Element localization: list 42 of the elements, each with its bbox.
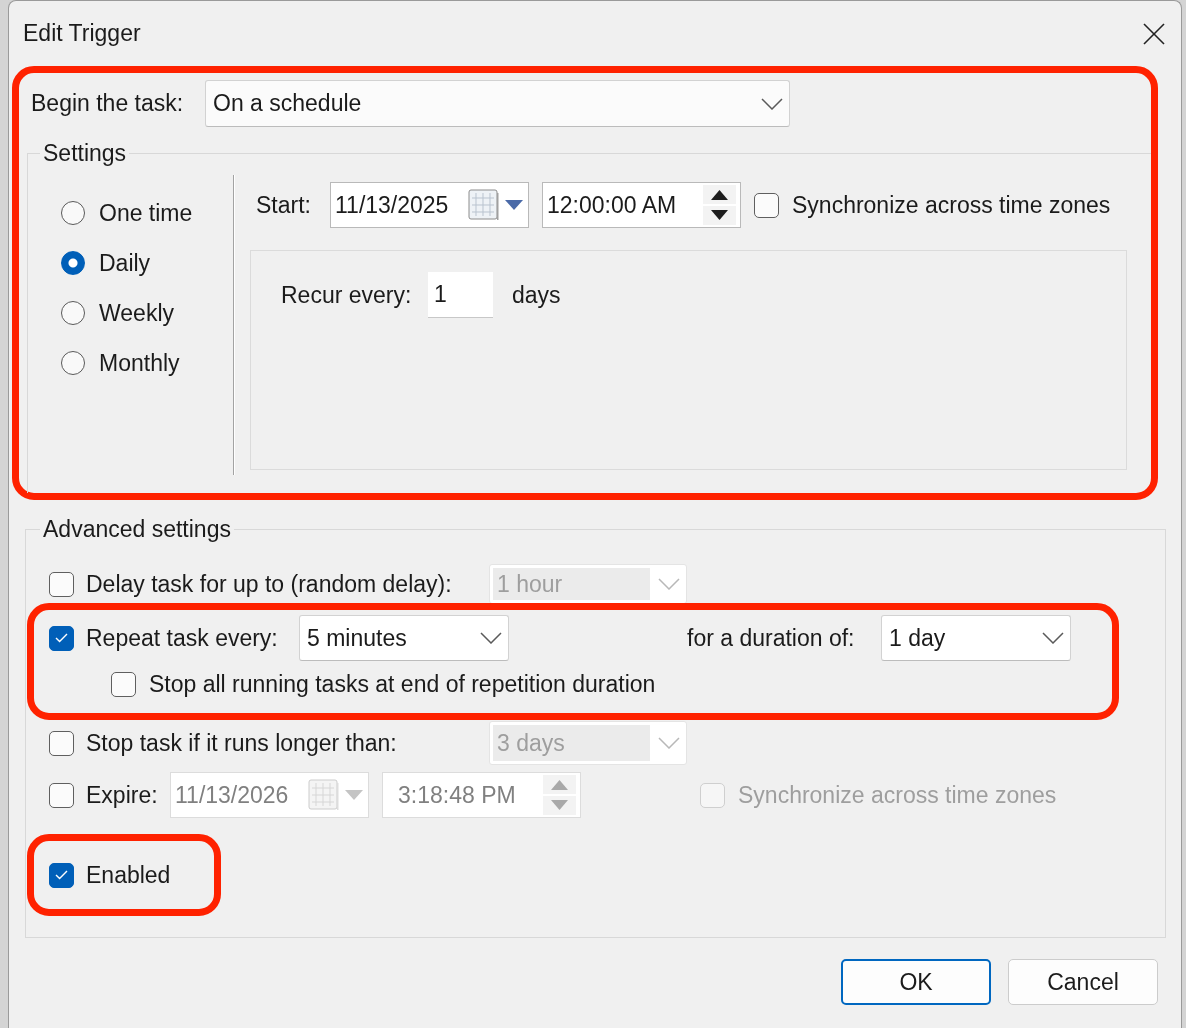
checkbox-label[interactable]: Stop all running tasks at end of repetition duration — [149, 670, 656, 698]
chevron-down-icon — [480, 632, 502, 644]
field-label: Begin the task: — [31, 90, 185, 117]
checkbox[interactable] — [49, 625, 74, 651]
radio-button[interactable] — [61, 251, 85, 275]
checkmark-icon — [55, 870, 68, 880]
window-title: Edit Trigger — [23, 20, 141, 47]
field-label: Start: — [256, 191, 312, 219]
unit-label: days — [512, 281, 561, 309]
dropdown[interactable]: 1 day — [881, 615, 1071, 661]
dialog-button[interactable]: OK — [841, 959, 991, 1005]
group-title: Advanced settings — [42, 516, 232, 542]
field-label: Recur every: — [281, 281, 413, 309]
dropdown[interactable]: 5 minutes — [299, 615, 509, 661]
dropdown[interactable]: On a schedule — [205, 80, 790, 127]
checkbox[interactable] — [754, 192, 779, 218]
radio-button[interactable] — [61, 301, 85, 325]
radio-label[interactable]: Daily — [99, 249, 151, 277]
calendar-icon[interactable] — [468, 189, 499, 221]
time-field[interactable]: 12:00:00 AM — [542, 182, 741, 228]
dialog-button[interactable]: Cancel — [1008, 959, 1158, 1005]
radio-button[interactable] — [61, 201, 85, 225]
field-label: for a duration of: — [687, 624, 856, 652]
chevron-down-icon — [761, 97, 783, 110]
checkbox-label[interactable]: Enabled — [86, 861, 171, 889]
checkbox-label[interactable]: Repeat task every: — [86, 624, 299, 652]
radio-label[interactable]: One time — [99, 199, 193, 227]
checkbox[interactable] — [49, 862, 74, 888]
caret-down-icon[interactable] — [505, 200, 523, 210]
checkbox[interactable] — [111, 671, 136, 697]
chevron-down-icon — [658, 578, 680, 590]
radio-label[interactable]: Weekly — [99, 299, 174, 327]
group-title: Settings — [42, 140, 128, 166]
close-icon[interactable] — [1143, 22, 1165, 45]
date-field[interactable]: 11/13/2025 — [330, 182, 529, 228]
radio-button[interactable] — [61, 351, 85, 375]
number-input[interactable]: 1 — [428, 272, 493, 318]
chevron-down-icon — [1042, 632, 1064, 644]
radio-label[interactable]: Monthly — [99, 349, 180, 377]
chevron-down-icon — [658, 737, 680, 749]
checkbox-label[interactable]: Synchronize across time zones — [792, 191, 1111, 219]
checkmark-icon — [55, 633, 68, 643]
